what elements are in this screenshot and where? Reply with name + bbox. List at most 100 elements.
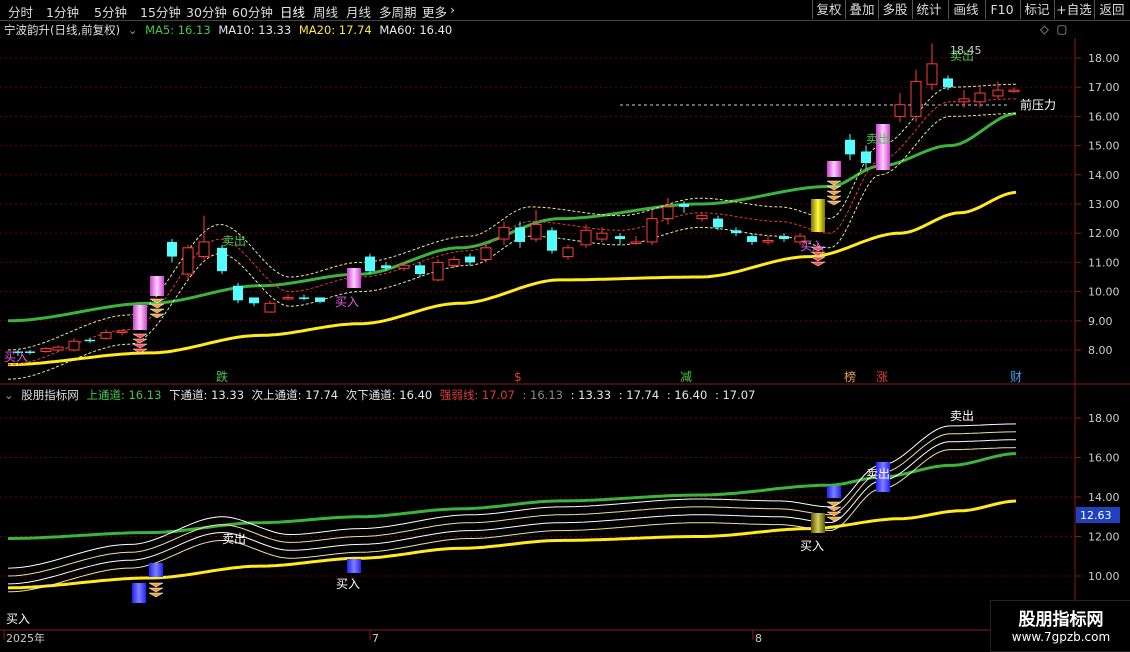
watermark-title: 股朋指标网	[1018, 610, 1104, 630]
candle-body-up	[432, 261, 444, 281]
signal-block-blue	[827, 486, 841, 498]
arrow-marker	[826, 501, 842, 507]
event-tag-fall: 跌	[216, 369, 228, 384]
signal-block-pink	[347, 268, 361, 288]
y-tick-label: 13.00	[1088, 198, 1120, 211]
candle-body-up	[182, 247, 194, 275]
candle-body-down	[547, 230, 557, 251]
candle-body-down	[861, 151, 871, 164]
arrow-marker	[132, 343, 148, 349]
y-tick-label: 9.00	[1088, 315, 1113, 328]
candle-body-down	[299, 297, 309, 299]
candle-body-up	[282, 296, 294, 300]
sell-label-sub-1: 卖出	[222, 532, 246, 546]
arrow-marker	[132, 333, 148, 339]
candle-body-up	[992, 89, 1004, 97]
y-tick-label: 16.00	[1088, 110, 1120, 123]
candle-body-up	[52, 346, 64, 351]
candle-body-up	[398, 264, 410, 269]
candle-body-up	[580, 229, 592, 246]
y-tick-label: 18.00	[1088, 412, 1120, 425]
candle-body-up	[596, 232, 608, 240]
candle-body-down	[943, 78, 953, 88]
main-y-axis: 18.00 17.00 16.00 15.00 14.00 13.00 12.00 11.00…	[1075, 52, 1120, 357]
cursor-value: 12.63	[1080, 509, 1112, 522]
buy-label-main-2: 买入	[800, 239, 824, 253]
watermark: 股朋指标网 www.7gpzb.com	[990, 600, 1130, 652]
candle-body-up	[530, 223, 542, 240]
candle-body-down	[779, 236, 789, 240]
buy-label-sub-2: 买入	[800, 539, 824, 553]
candle-body-up	[68, 340, 80, 351]
sub-y-axis: 18.00 16.00 14.00 12.00 10.00	[1075, 412, 1120, 583]
candle-body-up	[116, 330, 128, 334]
signal-block-blue	[149, 563, 163, 577]
signals	[132, 124, 890, 354]
arrow-marker	[826, 195, 842, 201]
y-tick-label: 10.00	[1088, 286, 1120, 299]
y-tick-label: 15.00	[1088, 140, 1120, 153]
sell-label-main-3: 卖出	[866, 132, 890, 146]
buy-label-main-1: 买入	[335, 295, 359, 309]
y-tick-label: 8.00	[1088, 344, 1113, 357]
candle-body-up	[646, 218, 658, 243]
signal-block-pink	[827, 161, 841, 177]
buy-label-sub-1: 买入	[336, 577, 360, 591]
buy-label-main-3: 买入	[4, 350, 28, 364]
kline-chart[interactable]: 18.00 17.00 16.00 15.00 14.00 13.00 12.00 11.00…	[0, 0, 1130, 650]
arrow-marker	[148, 587, 164, 593]
arrow-marker	[149, 303, 165, 309]
y-tick-label: 12.00	[1088, 531, 1120, 544]
signal-block-pink	[876, 124, 890, 170]
candle-body-down	[465, 256, 475, 263]
candle-body-up	[480, 247, 492, 260]
arrow-marker	[810, 256, 826, 262]
event-tag-finance: 财	[1010, 370, 1022, 384]
y-tick-label: 17.00	[1088, 81, 1120, 94]
candle-body-up	[100, 331, 112, 339]
watermark-url: www.7gpzb.com	[1011, 630, 1111, 644]
candle-body-down	[167, 241, 177, 257]
candle-body-up	[562, 247, 574, 258]
candle-body-down	[365, 256, 375, 272]
arrow-marker	[826, 200, 842, 206]
candle-body-down	[679, 204, 689, 207]
candle-body-down	[85, 339, 95, 342]
candle-body-down	[615, 236, 625, 240]
sell-label-main-1: 卖出	[222, 234, 246, 248]
arrow-marker	[132, 338, 148, 344]
candle-body-down	[747, 236, 757, 242]
arrow-marker	[826, 190, 842, 196]
candle-body-up	[448, 258, 460, 266]
candle-body-up	[630, 241, 642, 244]
event-tag-list: 榜	[844, 369, 856, 384]
sub-channel-line	[7, 423, 1017, 569]
resistance-label: 前压力	[1020, 97, 1056, 112]
arrow-marker	[826, 185, 842, 191]
candle-body-up	[696, 215, 708, 220]
y-tick-label: 18.00	[1088, 52, 1120, 65]
candle-body-up	[40, 348, 52, 352]
y-tick-label: 14.00	[1088, 491, 1120, 504]
sell-label-sub-2: 卖出	[950, 409, 974, 423]
candle-body-up	[910, 80, 922, 117]
candle-body-down	[315, 297, 325, 302]
arrow-marker	[826, 511, 842, 517]
time-label-year: 2025年	[6, 631, 45, 645]
y-tick-label: 16.00	[1088, 452, 1120, 465]
candle-body-up	[264, 302, 276, 313]
sub-channel-line	[7, 439, 1017, 585]
y-tick-label: 14.00	[1088, 169, 1120, 182]
signal-block-pink	[133, 305, 147, 330]
arrow-marker	[148, 582, 164, 588]
y-tick-label: 11.00	[1088, 256, 1120, 269]
arrow-marker	[826, 506, 842, 512]
candle-body-down	[713, 218, 723, 228]
time-label-jul: 7	[372, 632, 379, 645]
candle-body-up	[1008, 89, 1020, 93]
sell-label-sub-3: 卖出	[866, 467, 890, 481]
signal-block-blue	[347, 559, 361, 573]
candle-body-up	[762, 240, 774, 243]
candle-body-down	[381, 265, 391, 269]
candle-body-down	[515, 227, 525, 242]
